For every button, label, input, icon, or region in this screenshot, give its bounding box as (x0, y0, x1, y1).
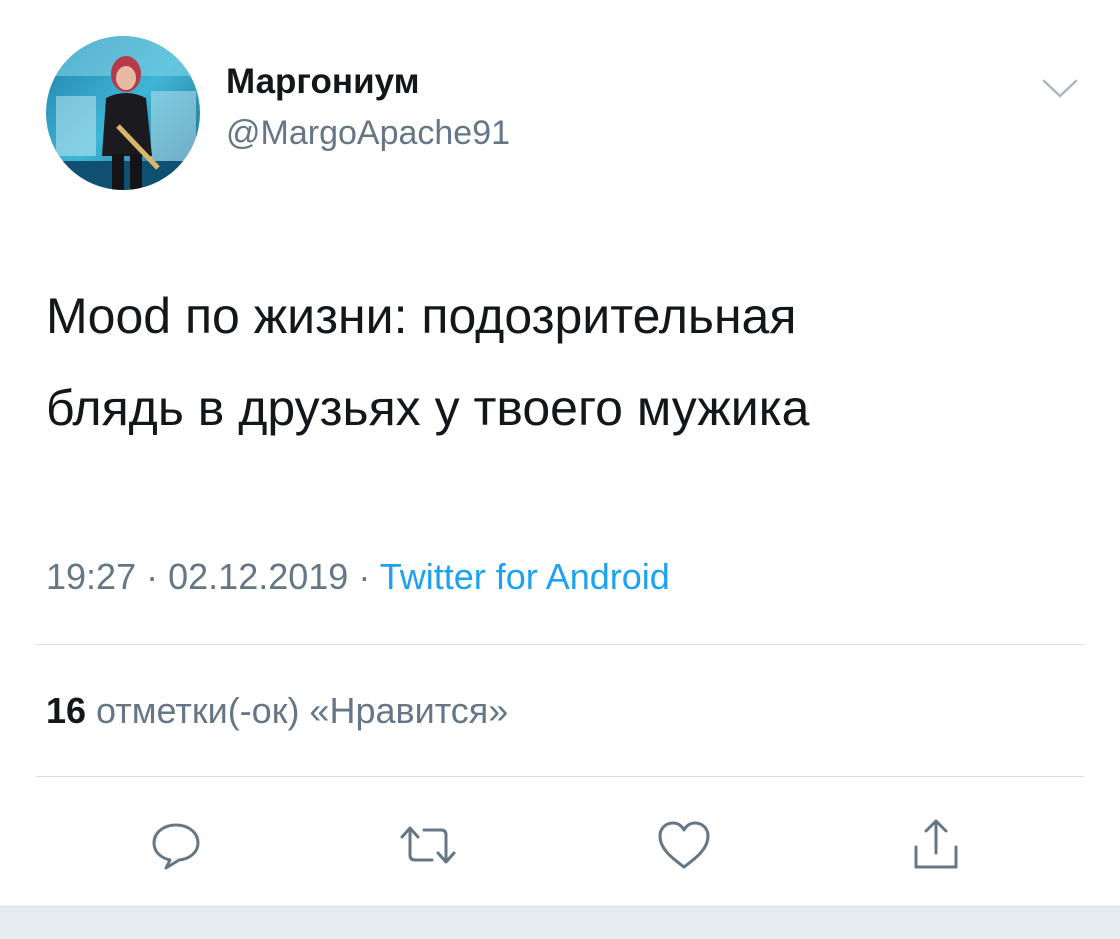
reply-button[interactable] (146, 815, 206, 875)
tweet-meta: 19:27 · 02.12.2019 · Twitter for Android (46, 556, 670, 598)
likes-label: отметки(-ок) «Нравится» (96, 690, 509, 731)
tweet-time: 19:27 (46, 556, 137, 597)
bottom-bar (0, 906, 1120, 939)
like-button[interactable] (654, 815, 714, 875)
reply-icon (152, 823, 200, 870)
avatar[interactable] (46, 36, 200, 190)
tweet-text: Mood по жизни: подозрительная блядь в др… (46, 270, 1086, 454)
tweet-text-line: Mood по жизни: подозрительная (46, 288, 797, 344)
retweet-button[interactable] (398, 815, 458, 875)
profile-photo-icon (46, 36, 200, 190)
meta-separator: · (146, 556, 159, 597)
heart-icon (658, 821, 710, 869)
likes-count: 16 (46, 690, 87, 731)
tweet-date: 02.12.2019 (168, 556, 349, 597)
user-handle[interactable]: @MargoApache91 (226, 114, 510, 153)
share-button[interactable] (906, 815, 966, 875)
display-name[interactable]: Маргониум (226, 62, 419, 102)
divider (36, 644, 1084, 645)
meta-separator: · (358, 556, 371, 597)
share-icon (914, 819, 958, 869)
likes-summary[interactable]: 16 отметки(-ок) «Нравится» (46, 690, 508, 732)
retweet-icon (400, 826, 456, 864)
chevron-down-icon[interactable] (1040, 76, 1080, 102)
tweet-detail: Маргониум @MargoApache91 Mood по жизни: … (0, 0, 1120, 939)
tweet-source-link[interactable]: Twitter for Android (380, 556, 670, 597)
tweet-text-line: блядь в друзьях у твоего мужика (46, 380, 810, 436)
divider (36, 776, 1084, 777)
